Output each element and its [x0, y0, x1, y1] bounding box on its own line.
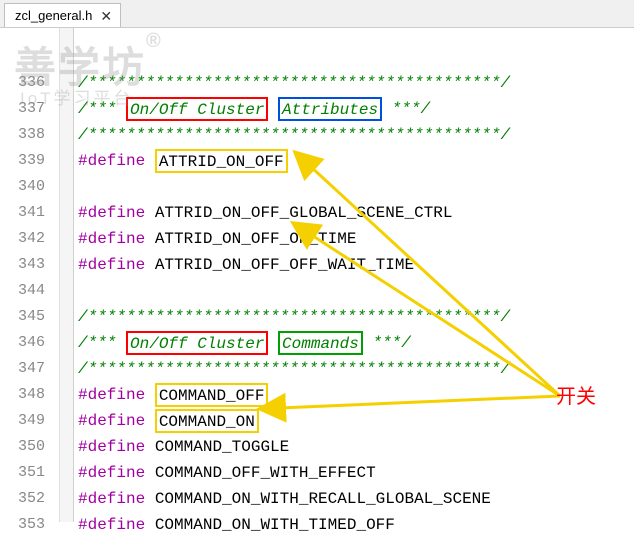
- tab-filename: zcl_general.h: [15, 8, 92, 23]
- highlight-box-yellow: COMMAND_OFF: [155, 383, 269, 407]
- line-number: 337: [0, 96, 59, 122]
- code-line: #define COMMAND_ON: [74, 408, 634, 434]
- code-line: [74, 278, 634, 304]
- line-number: 341: [0, 200, 59, 226]
- code-line: #define COMMAND_OFF: [74, 382, 634, 408]
- code-line: #define ATTRID_ON_OFF: [74, 148, 634, 174]
- code-line: #define COMMAND_OFF_WITH_EFFECT: [74, 460, 634, 486]
- code-line: #define COMMAND_TOGGLE: [74, 434, 634, 460]
- tab-bar: zcl_general.h ✕: [0, 0, 634, 28]
- code-line: /***************************************…: [74, 70, 634, 96]
- line-number: 339: [0, 148, 59, 174]
- file-tab[interactable]: zcl_general.h ✕: [4, 3, 121, 27]
- highlight-box-red: On/Off Cluster: [126, 331, 268, 355]
- editor: 336 337 338 339 340 341 342 343 344 345 …: [0, 28, 634, 522]
- code-line: [74, 174, 634, 200]
- line-number: 345: [0, 304, 59, 330]
- line-number: 340: [0, 174, 59, 200]
- code-line: #define COMMAND_ON_WITH_TIMED_OFF: [74, 512, 634, 538]
- line-number: 349: [0, 408, 59, 434]
- line-number: 351: [0, 460, 59, 486]
- code-line: /***************************************…: [74, 356, 634, 382]
- line-number: 348: [0, 382, 59, 408]
- line-number: 353: [0, 512, 59, 538]
- code-line: #define ATTRID_ON_OFF_OFF_WAIT_TIME: [74, 252, 634, 278]
- highlight-box-red: On/Off Cluster: [126, 97, 268, 121]
- code-line: #define COMMAND_ON_WITH_RECALL_GLOBAL_SC…: [74, 486, 634, 512]
- line-number: 347: [0, 356, 59, 382]
- line-number: 346: [0, 330, 59, 356]
- highlight-box-yellow: ATTRID_ON_OFF: [155, 149, 288, 173]
- line-number: 336: [0, 70, 59, 96]
- close-icon[interactable]: ✕: [100, 9, 112, 23]
- code-line: #define ATTRID_ON_OFF_ON_TIME: [74, 226, 634, 252]
- fold-margin: [60, 28, 74, 522]
- highlight-box-green: Commands: [278, 331, 363, 355]
- highlight-box-blue: Attributes: [278, 97, 382, 121]
- line-number: 343: [0, 252, 59, 278]
- code-line: #define ATTRID_ON_OFF_GLOBAL_SCENE_CTRL: [74, 200, 634, 226]
- line-number-gutter: 336 337 338 339 340 341 342 343 344 345 …: [0, 28, 60, 522]
- line-number: 342: [0, 226, 59, 252]
- code-line: /***************************************…: [74, 122, 634, 148]
- line-number: 352: [0, 486, 59, 512]
- code-line: /***************************************…: [74, 304, 634, 330]
- line-number: 350: [0, 434, 59, 460]
- line-number: 338: [0, 122, 59, 148]
- highlight-box-yellow: COMMAND_ON: [155, 409, 259, 433]
- code-line: /*** On/Off Cluster Commands ***/: [74, 330, 634, 356]
- code-area[interactable]: /***************************************…: [74, 28, 634, 522]
- code-line: /*** On/Off Cluster Attributes ***/: [74, 96, 634, 122]
- line-number: 344: [0, 278, 59, 304]
